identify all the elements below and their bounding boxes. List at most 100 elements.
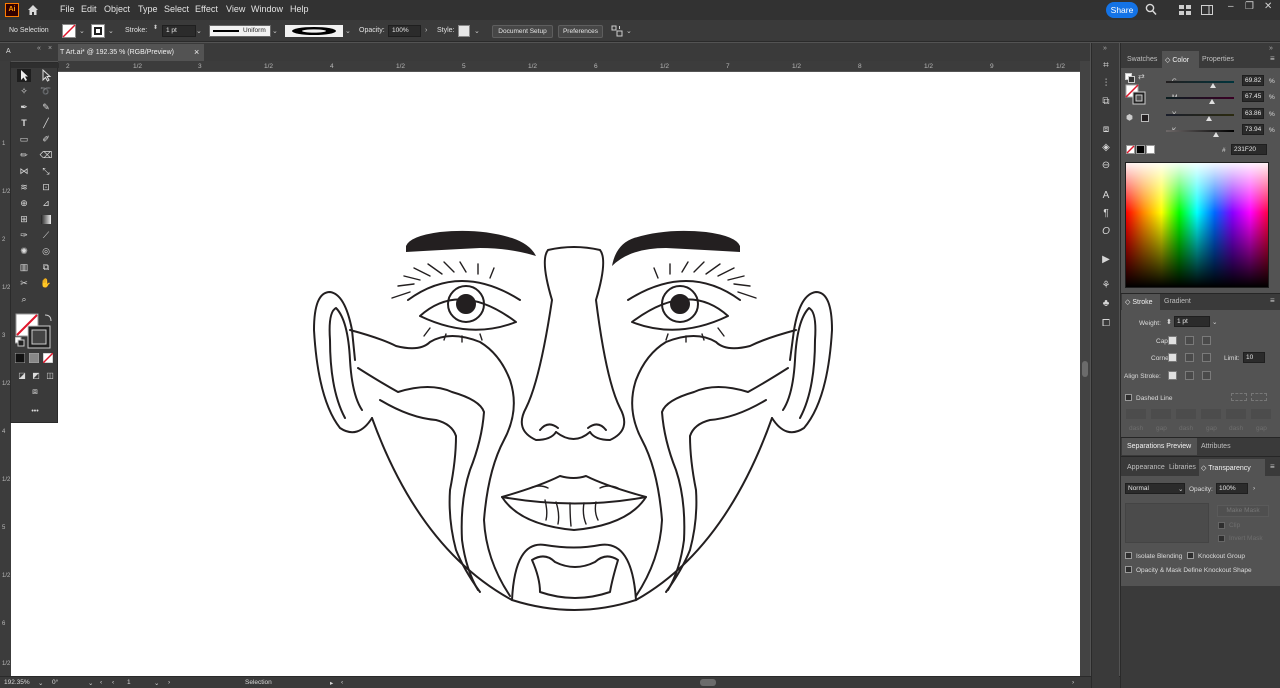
none-black-white-swatches[interactable] xyxy=(1126,145,1156,155)
zoom-tool-icon[interactable]: ⌕ xyxy=(17,293,31,306)
miter-limit-input[interactable]: 10 xyxy=(1243,352,1265,363)
chevron-down-icon[interactable]: ⌄ xyxy=(474,27,480,35)
chevron-right-icon[interactable]: › xyxy=(425,27,427,34)
gap-field[interactable] xyxy=(1151,409,1171,419)
chevron-down-icon[interactable]: ⌄ xyxy=(626,27,632,35)
chevron-right-icon[interactable]: › xyxy=(1253,485,1255,492)
tab-stroke[interactable]: ◇ Stroke xyxy=(1125,298,1153,306)
tab-swatches[interactable]: Swatches xyxy=(1127,56,1157,63)
butt-cap-icon[interactable] xyxy=(1168,336,1177,345)
align-panel-icon[interactable]: ⫶ xyxy=(1099,77,1113,91)
yellow-slider-thumb[interactable] xyxy=(1206,116,1213,121)
stroke-profile-select[interactable]: Uniform xyxy=(209,25,271,37)
screen-mode-icon[interactable]: ⧈ xyxy=(28,385,42,398)
tab-color[interactable]: ◇ Color xyxy=(1165,56,1189,64)
color-spectrum[interactable] xyxy=(1125,162,1269,288)
arrange-documents-icon[interactable] xyxy=(1179,5,1191,15)
slice-tool-icon[interactable]: ✂ xyxy=(17,277,31,290)
draw-inside-icon[interactable]: ◫ xyxy=(43,369,57,382)
mesh-tool-icon[interactable]: ⊞ xyxy=(17,213,31,226)
chevron-down-icon[interactable]: ⌄ xyxy=(1212,318,1217,326)
collapse-panels-icon[interactable]: » xyxy=(1103,45,1107,52)
stepper-icon[interactable]: ⬍ xyxy=(1166,318,1172,326)
collapse-dock-icon[interactable]: » xyxy=(1269,45,1273,52)
direct-selection-tool-icon[interactable] xyxy=(39,69,53,82)
dash-field[interactable] xyxy=(1176,409,1196,419)
dash-field[interactable] xyxy=(1226,409,1246,419)
previous-artboard-icon[interactable]: ‹ xyxy=(112,679,114,686)
projecting-cap-icon[interactable] xyxy=(1202,336,1211,345)
opacity-input[interactable]: 100% xyxy=(1216,483,1248,494)
tab-properties[interactable]: Properties xyxy=(1202,56,1234,63)
blend-mode-select[interactable]: Normal xyxy=(1125,483,1185,494)
gradient-mode-icon[interactable] xyxy=(29,353,39,363)
align-outside-icon[interactable] xyxy=(1202,371,1211,380)
menu-type[interactable]: Type xyxy=(138,4,158,14)
opacity-mask-knockout-checkbox[interactable] xyxy=(1125,566,1132,573)
out-of-gamut-icon[interactable]: ⬢ xyxy=(1126,113,1133,122)
lasso-tool-icon[interactable]: ➰ xyxy=(39,85,53,98)
tab-appearance[interactable]: Appearance xyxy=(1127,464,1165,471)
clip-checkbox[interactable] xyxy=(1218,522,1225,529)
cyan-slider[interactable] xyxy=(1166,81,1234,88)
menu-effect[interactable]: Effect xyxy=(195,4,218,14)
share-button[interactable]: Share xyxy=(1106,2,1138,18)
chevron-down-icon[interactable]: ⌄ xyxy=(88,679,93,687)
restore-icon[interactable]: ❐ xyxy=(1245,1,1254,12)
tab-libraries[interactable]: Libraries xyxy=(1169,464,1196,471)
vertical-scroll-thumb[interactable] xyxy=(1082,361,1088,377)
column-graph-tool-icon[interactable]: ▥ xyxy=(17,261,31,274)
face-line-art[interactable] xyxy=(11,72,1080,676)
menu-view[interactable]: View xyxy=(226,4,245,14)
stepper-icon[interactable]: ⬍ xyxy=(153,24,158,31)
line-tool-icon[interactable]: ╱ xyxy=(39,117,53,130)
layers-panel-icon[interactable]: ◈ xyxy=(1099,141,1113,155)
chevron-down-icon[interactable]: ⌄ xyxy=(1178,485,1183,493)
scroll-right-icon[interactable]: › xyxy=(1072,679,1074,686)
make-mask-button[interactable]: Make Mask xyxy=(1217,505,1269,517)
symbol-sprayer-tool-icon[interactable]: ✺ xyxy=(17,245,31,258)
menu-select[interactable]: Select xyxy=(164,4,189,14)
tab-gradient[interactable]: Gradient xyxy=(1164,298,1191,305)
type-tool-icon[interactable]: T xyxy=(17,117,31,130)
reflect-tool-icon[interactable]: ⋈ xyxy=(17,165,31,178)
hand-tool-icon[interactable]: ✋ xyxy=(39,277,53,290)
round-join-icon[interactable] xyxy=(1185,353,1194,362)
panel-menu-icon[interactable]: ≡ xyxy=(1270,54,1275,63)
selection-tool-icon[interactable] xyxy=(17,69,31,82)
stroke-swatch[interactable] xyxy=(91,24,105,38)
edit-toolbar-icon[interactable]: ••• xyxy=(28,405,42,418)
magenta-value[interactable]: 67.45 xyxy=(1242,91,1264,102)
color-mode-icon[interactable] xyxy=(15,353,25,363)
gap-field[interactable] xyxy=(1201,409,1221,419)
align-center-icon[interactable] xyxy=(1168,371,1177,380)
links-panel-icon[interactable]: ⊖ xyxy=(1099,159,1113,173)
chevron-down-icon[interactable]: ⌄ xyxy=(196,27,202,35)
chevron-down-icon[interactable]: ⌄ xyxy=(38,679,43,687)
curvature-tool-icon[interactable]: ✎ xyxy=(39,101,53,114)
collapsed-tab[interactable]: A xyxy=(6,48,11,55)
tab-transparency[interactable]: ◇ Transparency xyxy=(1201,464,1251,472)
close-toolbar-icon[interactable]: × xyxy=(48,45,52,52)
menu-file[interactable]: File xyxy=(60,4,75,14)
rotation-value[interactable]: 0° xyxy=(52,679,58,686)
graphic-styles-panel-icon[interactable]: ⧠ xyxy=(1099,317,1113,331)
swap-fill-stroke-icon[interactable]: ⇄ xyxy=(1138,72,1145,81)
rectangle-tool-icon[interactable]: ▭ xyxy=(17,133,31,146)
preferences-button[interactable]: Preferences xyxy=(558,25,603,38)
arrange-icon[interactable] xyxy=(611,25,623,37)
pen-tool-icon[interactable]: ✒ xyxy=(17,101,31,114)
scale-tool-icon[interactable]: ⤡ xyxy=(39,165,53,178)
symbols-panel-icon[interactable]: ♣ xyxy=(1099,297,1113,311)
shape-builder-tool-icon[interactable]: ⊕ xyxy=(17,197,31,210)
artboard-canvas[interactable] xyxy=(11,72,1080,676)
eyedropper-tool-icon[interactable]: ✑ xyxy=(17,229,31,242)
miter-join-icon[interactable] xyxy=(1168,353,1177,362)
yellow-slider[interactable] xyxy=(1166,114,1234,121)
workspace-icon[interactable] xyxy=(1201,5,1213,15)
free-transform-tool-icon[interactable]: ⊡ xyxy=(39,181,53,194)
align-inside-icon[interactable] xyxy=(1185,371,1194,380)
black-slider-thumb[interactable] xyxy=(1213,132,1220,137)
eraser-tool-icon[interactable]: ⌫ xyxy=(39,149,53,162)
black-value[interactable]: 73.94 xyxy=(1242,124,1264,135)
